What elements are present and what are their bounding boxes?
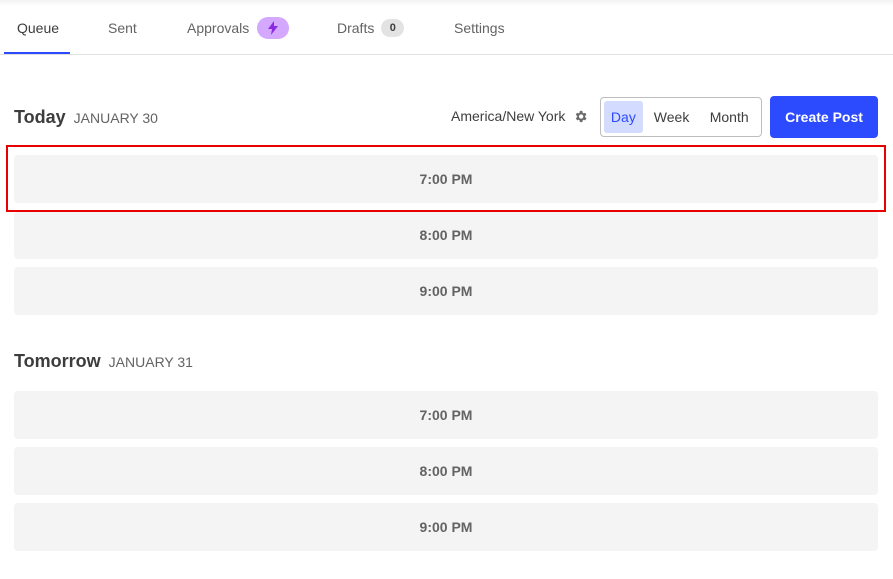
time-slot[interactable]: 9:00 PM xyxy=(14,267,878,315)
tab-label: Settings xyxy=(454,19,505,36)
view-switcher: Day Week Month xyxy=(600,97,762,137)
tab-label: Approvals xyxy=(187,19,250,36)
day-header-today: Today JANUARY 30 xyxy=(14,107,158,128)
create-post-button[interactable]: Create Post xyxy=(770,96,878,138)
tab-approvals[interactable]: Approvals xyxy=(187,0,290,55)
tab-sent[interactable]: Sent xyxy=(108,0,137,55)
view-month-button[interactable]: Month xyxy=(700,101,758,133)
tab-settings[interactable]: Settings xyxy=(454,0,505,55)
time-slot[interactable]: 7:00 PM xyxy=(14,155,878,203)
tab-label: Drafts xyxy=(337,19,375,36)
tab-label: Sent xyxy=(108,19,137,36)
timezone: America/New York xyxy=(451,108,588,124)
lightning-icon xyxy=(268,20,279,35)
day-header-tomorrow: Tomorrow JANUARY 31 xyxy=(14,351,193,372)
time-slot[interactable]: 8:00 PM xyxy=(14,211,878,259)
day-date: JANUARY 31 xyxy=(108,354,193,370)
time-slot[interactable]: 7:00 PM xyxy=(14,391,878,439)
view-week-button[interactable]: Week xyxy=(643,101,701,133)
tab-label: Queue xyxy=(17,19,60,36)
gear-icon[interactable] xyxy=(573,109,588,124)
timezone-label: America/New York xyxy=(451,108,566,124)
tab-queue[interactable]: Queue xyxy=(17,0,59,55)
day-date: JANUARY 30 xyxy=(73,110,158,126)
drafts-count-badge: 0 xyxy=(381,18,405,37)
day-title: Tomorrow xyxy=(14,351,101,371)
day-title: Today xyxy=(14,107,66,127)
tab-drafts[interactable]: Drafts 0 xyxy=(337,0,405,55)
tab-bar: Queue Sent Approvals Drafts 0 Settings xyxy=(0,0,893,55)
view-day-button[interactable]: Day xyxy=(604,101,643,133)
active-tab-indicator xyxy=(4,52,70,54)
approvals-badge xyxy=(257,16,290,39)
time-slot[interactable]: 8:00 PM xyxy=(14,447,878,495)
time-slot[interactable]: 9:00 PM xyxy=(14,503,878,551)
